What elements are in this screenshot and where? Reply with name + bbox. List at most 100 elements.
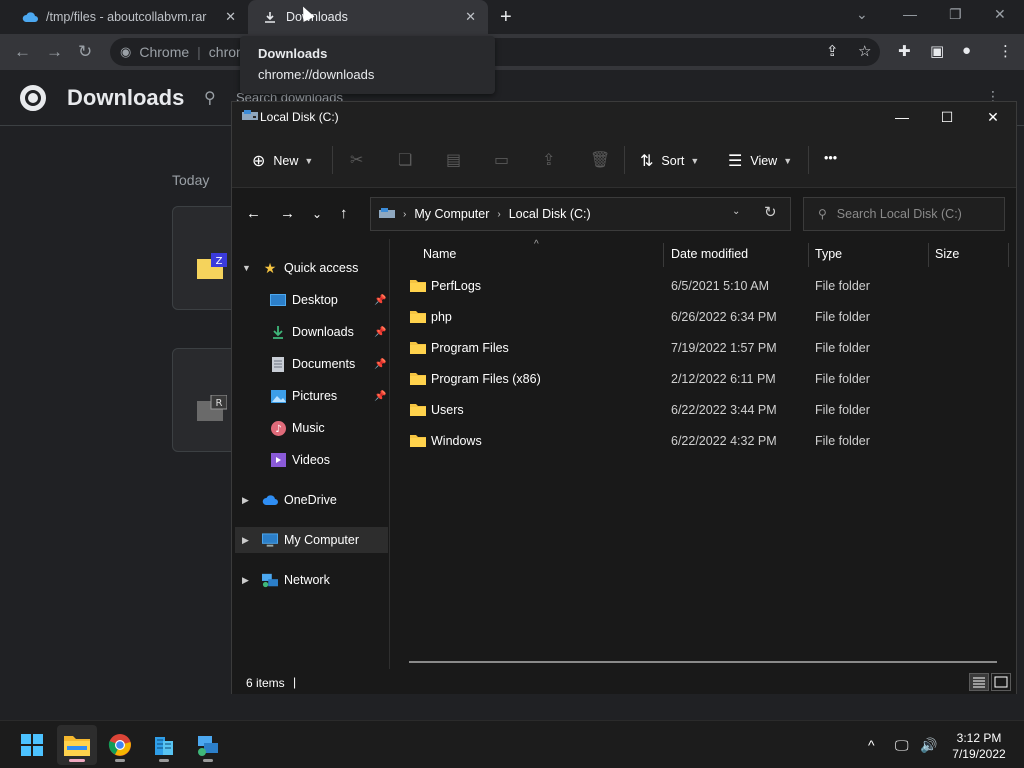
reload-icon[interactable]: ↻ [78,42,92,62]
minimize-icon[interactable]: — [903,6,917,22]
column-date-modified[interactable]: Date modified [671,247,748,261]
share-icon[interactable]: ⇪ [542,150,555,170]
back-icon[interactable]: ← [246,205,261,222]
search-icon[interactable]: ⚲ [204,88,216,108]
taskbar-chrome[interactable] [100,725,140,765]
file-explorer-window: Local Disk (C:) — ☐ ✕ ⊕ New ▼ ✂ ❏ ▤ ▭ ⇪ … [231,101,1017,694]
up-icon[interactable]: ↑ [340,205,348,222]
nav-label: Pictures [292,389,338,403]
nav-pictures[interactable]: Pictures 📌 [232,383,389,409]
forward-icon[interactable]: → [46,42,63,62]
table-row[interactable]: PerfLogs 6/5/2021 5:10 AM File folder [391,271,1016,302]
address-bar[interactable]: › My Computer › Local Disk (C:) [370,197,791,231]
nav-my-computer[interactable]: ▶ My Computer [235,527,388,553]
more-options-button[interactable]: ••• [824,151,837,165]
column-divider[interactable] [808,243,809,267]
chevron-down-icon: ▼ [690,156,700,166]
menu-kebab-icon[interactable]: ⋮ [998,42,1013,60]
search-placeholder: Search Local Disk (C:) [836,207,962,221]
start-button[interactable] [12,725,52,765]
taskbar-app-network-computer[interactable] [188,725,228,765]
breadcrumb-local-disk[interactable]: Local Disk (C:) [509,207,591,221]
table-row[interactable]: Users 6/22/2022 3:44 PM File folder [391,395,1016,426]
copy-icon[interactable]: ❏ [398,150,412,170]
breadcrumb-my-computer[interactable]: My Computer [414,207,489,221]
nav-desktop[interactable]: Desktop 📌 [232,287,389,313]
share-icon[interactable]: ⇪ [826,42,839,60]
nav-music[interactable]: ♪ Music [232,415,389,441]
tiles-view-button[interactable] [991,673,1011,691]
column-divider[interactable] [663,243,664,267]
restore-icon[interactable]: ❐ [949,6,962,23]
table-row[interactable]: Windows 6/22/2022 4:32 PM File folder [391,426,1016,457]
column-type[interactable]: Type [815,247,842,261]
cut-icon[interactable]: ✂ [350,150,363,170]
chevron-up-icon[interactable]: ^ [868,737,875,753]
table-row[interactable]: Program Files 7/19/2022 1:57 PM File fol… [391,333,1016,364]
maximize-icon[interactable]: ☐ [927,106,967,128]
close-tab-icon[interactable]: ✕ [465,9,476,25]
side-panel-icon[interactable]: ▣ [930,42,944,60]
back-icon[interactable]: ← [14,42,31,62]
table-row[interactable]: php 6/26/2022 6:34 PM File folder [391,302,1016,333]
address-bar[interactable]: ◉ Chrome | chrom [110,38,880,66]
folder-icon [410,280,426,292]
column-divider[interactable] [928,243,929,267]
column-divider[interactable] [1008,243,1009,267]
rename-icon[interactable]: ▭ [494,150,509,170]
extensions-icon[interactable]: ✚ [898,42,911,60]
pin-icon[interactable]: 📌 [374,295,386,306]
nav-network[interactable]: ▶ Network [232,567,389,593]
file-date: 6/26/2022 6:34 PM [671,310,777,324]
tab-search-icon[interactable]: ⌄ [856,6,868,23]
view-button[interactable]: ☰ View ▼ [728,151,792,171]
column-name[interactable]: Name [423,247,456,261]
taskbar-file-explorer[interactable] [57,725,97,765]
nav-documents[interactable]: Documents 📌 [232,351,389,377]
explorer-titlebar[interactable]: Local Disk (C:) — ☐ ✕ [232,102,1016,132]
close-icon[interactable]: ✕ [994,6,1006,23]
navigation-pane: ▼ ★ Quick access Desktop 📌 Downloads 📌 D… [232,239,390,669]
nav-onedrive[interactable]: ▶ OneDrive [232,487,389,513]
table-row[interactable]: Program Files (x86) 2/12/2022 6:11 PM Fi… [391,364,1016,395]
chevron-down-icon[interactable]: ⌄ [732,206,740,217]
nav-videos[interactable]: Videos [232,447,389,473]
recent-locations-icon[interactable]: ⌄ [312,207,322,221]
refresh-icon[interactable]: ↻ [764,203,777,221]
taskbar-app-building[interactable] [144,725,184,765]
nav-quick-access[interactable]: ▼ ★ Quick access [232,255,389,281]
svg-text:Z: Z [216,256,223,267]
close-tab-icon[interactable]: ✕ [225,9,236,25]
column-size[interactable]: Size [935,247,959,261]
forward-icon[interactable]: → [280,205,295,222]
delete-icon[interactable]: 🗑 [590,150,610,170]
drive-icon [242,110,258,120]
tab-downloads[interactable]: Downloads ✕ [248,0,488,34]
drive-icon [379,208,395,218]
profile-icon[interactable]: ● [962,42,971,59]
sort-button[interactable]: ⇅ Sort ▼ [640,151,699,171]
close-icon[interactable]: ✕ [973,106,1013,128]
document-icon [270,356,286,372]
chrome-toolbar: ← → ↻ ◉ Chrome | chrom ⇪ ☆ ✚ ▣ ● ⋮ [0,34,1024,70]
pin-icon[interactable]: 📌 [374,391,386,402]
tab-aboutcollabvm[interactable]: /tmp/files - aboutcollabvm.rar ✕ [8,0,248,34]
nav-downloads[interactable]: Downloads 📌 [232,319,389,345]
pin-icon[interactable]: 📌 [374,327,386,338]
new-tab-icon[interactable]: + [500,6,512,29]
videos-icon [270,452,286,468]
minimize-icon[interactable]: — [882,106,922,128]
network-status-icon[interactable]: 🖵 [895,737,909,754]
search-input[interactable]: ⚲ Search Local Disk (C:) [803,197,1005,231]
pin-icon[interactable]: 📌 [374,359,386,370]
new-button[interactable]: ⊕ New ▼ [252,151,313,171]
horizontal-scrollbar[interactable] [409,661,997,663]
file-type: File folder [815,372,870,386]
file-name: Users [431,403,464,417]
paste-icon[interactable]: ▤ [446,150,461,170]
taskbar-clock[interactable]: 3:12 PM 7/19/2022 [944,730,1014,762]
cloud-icon [22,9,38,25]
details-view-button[interactable] [969,673,989,691]
bookmark-star-icon[interactable]: ☆ [858,42,871,60]
volume-icon[interactable]: 🔊 [920,737,937,754]
